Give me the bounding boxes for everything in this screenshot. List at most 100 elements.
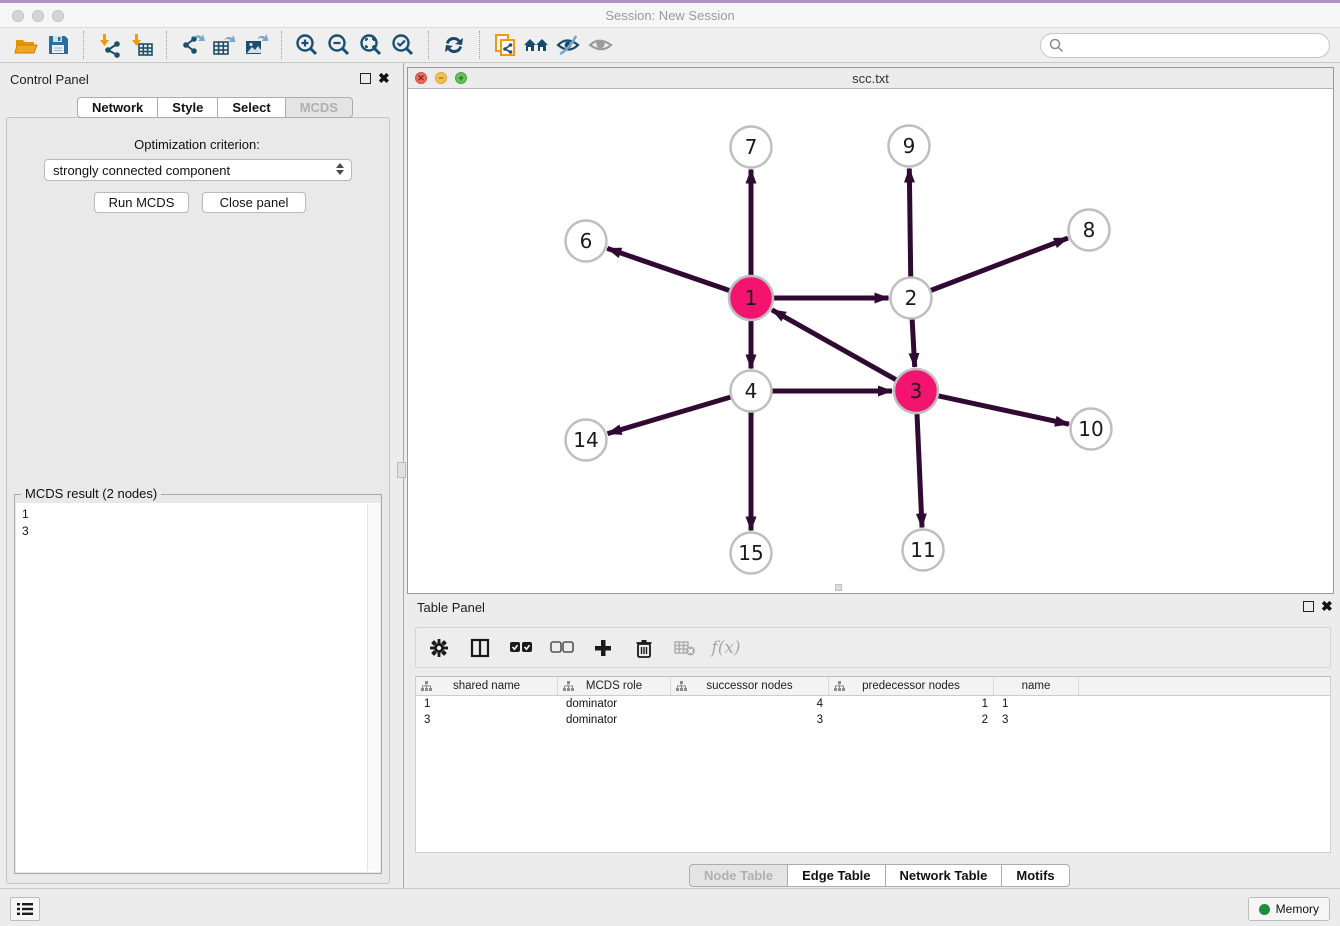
graph-node-label: 10 [1078, 417, 1103, 441]
apply-layout-icon[interactable] [438, 30, 470, 60]
graph-node-label: 14 [573, 428, 598, 452]
graph-node-7[interactable]: 7 [731, 127, 772, 168]
float-panel-icon[interactable] [360, 73, 371, 84]
delete-table-icon[interactable] [672, 635, 698, 661]
graph-edge-2-3[interactable] [912, 315, 915, 367]
optimization-criterion-select[interactable]: strongly connected component [44, 159, 352, 181]
optimization-criterion-value: strongly connected component [53, 163, 230, 178]
node-table[interactable]: shared nameMCDS rolesuccessor nodesprede… [415, 676, 1331, 853]
graph-node-14[interactable]: 14 [566, 420, 607, 461]
table-cell: 1 [416, 698, 558, 710]
graph-node-label: 7 [745, 135, 758, 159]
toolbar-separator [428, 31, 429, 59]
first-neighbors-icon[interactable] [521, 30, 553, 60]
graph-edge-3-10[interactable] [935, 395, 1069, 424]
panel-divider-grip[interactable] [397, 462, 406, 478]
table-settings-icon[interactable] [426, 635, 452, 661]
graph-node-15[interactable]: 15 [731, 533, 772, 574]
tab-edge-table[interactable]: Edge Table [788, 864, 885, 887]
export-table-icon[interactable] [208, 30, 240, 60]
save-session-icon[interactable] [42, 30, 74, 60]
column-header-name[interactable]: name [994, 677, 1079, 695]
toolbar-separator [83, 31, 84, 59]
import-table-icon[interactable] [125, 30, 157, 60]
apply-function-icon[interactable]: f(x) [713, 635, 739, 661]
table-panel-header: Table Panel ✖ [407, 598, 1340, 618]
open-session-icon[interactable] [10, 30, 42, 60]
graph-edge-4-14[interactable] [608, 396, 735, 434]
graph-node-6[interactable]: 6 [566, 221, 607, 262]
tab-node-table[interactable]: Node Table [689, 864, 788, 887]
table-toolbar: f(x) [415, 627, 1331, 668]
tab-mcds[interactable]: MCDS [286, 97, 353, 118]
graph-node-label: 15 [738, 541, 763, 565]
fit-content-icon[interactable] [355, 30, 387, 60]
show-all-icon[interactable] [585, 30, 617, 60]
table-row[interactable]: 3dominator323 [416, 712, 1330, 728]
mcds-result-list[interactable]: 1 3 [16, 503, 380, 872]
tab-network-table[interactable]: Network Table [886, 864, 1003, 887]
zoom-out-icon[interactable] [323, 30, 355, 60]
graph-node-1[interactable]: 1 [729, 276, 773, 320]
graph-node-9[interactable]: 9 [889, 126, 930, 167]
table-row[interactable]: 1dominator411 [416, 696, 1330, 712]
hide-selected-icon[interactable] [553, 30, 585, 60]
table-cell: 3 [994, 714, 1079, 726]
table-cell: 3 [416, 714, 558, 726]
graph-node-label: 2 [905, 286, 918, 310]
memory-button[interactable]: Memory [1248, 897, 1330, 921]
tab-style[interactable]: Style [158, 97, 218, 118]
network-window-titlebar[interactable]: ✕ − + scc.txt [408, 68, 1333, 89]
graph-edge-2-8[interactable] [927, 238, 1068, 292]
float-table-panel-icon[interactable] [1303, 601, 1314, 612]
select-all-icon[interactable] [508, 635, 534, 661]
close-table-panel-icon[interactable]: ✖ [1321, 598, 1333, 615]
tab-select[interactable]: Select [218, 97, 285, 118]
list-icon [16, 902, 34, 916]
table-header-row[interactable]: shared nameMCDS rolesuccessor nodesprede… [416, 677, 1330, 696]
graph-node-label: 9 [903, 134, 916, 158]
delete-row-icon[interactable] [631, 635, 657, 661]
network-resize-grip[interactable] [835, 584, 842, 591]
graph-node-8[interactable]: 8 [1069, 210, 1110, 251]
export-network-icon[interactable] [176, 30, 208, 60]
close-panel-button[interactable]: Close panel [202, 192, 306, 213]
graph-node-10[interactable]: 10 [1071, 409, 1112, 450]
graph-edge-2-9[interactable] [909, 168, 910, 280]
result-scrollbar[interactable] [367, 504, 379, 871]
zoom-selected-icon[interactable] [387, 30, 419, 60]
graph-node-2[interactable]: 2 [891, 278, 932, 319]
network-graph[interactable]: 7 9 6 8 1 2 4 3 14 10 15 11 [408, 89, 1333, 593]
search-input[interactable] [1040, 33, 1330, 58]
column-header-shared-name[interactable]: shared name [416, 677, 558, 695]
column-header-predecessor-nodes[interactable]: predecessor nodes [829, 677, 994, 695]
graph-edge-3-11[interactable] [917, 410, 922, 528]
graph-edge-1-6[interactable] [607, 248, 733, 291]
duplicate-network-icon[interactable] [489, 30, 521, 60]
deselect-all-icon[interactable] [549, 635, 575, 661]
graph-node-label: 11 [910, 538, 935, 562]
graph-node-11[interactable]: 11 [903, 530, 944, 571]
search-field-wrap [1040, 33, 1330, 58]
import-network-icon[interactable] [93, 30, 125, 60]
graph-node-label: 1 [745, 286, 758, 310]
graph-edge-3-1[interactable] [772, 310, 900, 382]
toolbar-separator [281, 31, 282, 59]
close-panel-icon[interactable]: ✖ [378, 70, 390, 87]
add-row-icon[interactable] [590, 635, 616, 661]
graph-node-3[interactable]: 3 [894, 369, 938, 413]
run-mcds-button[interactable]: Run MCDS [94, 192, 189, 213]
tab-motifs[interactable]: Motifs [1002, 864, 1069, 887]
control-panel-title: Control Panel [10, 72, 89, 87]
tab-network[interactable]: Network [77, 97, 158, 118]
zoom-in-icon[interactable] [291, 30, 323, 60]
column-header-successor-nodes[interactable]: successor nodes [671, 677, 829, 695]
task-history-button[interactable] [10, 897, 40, 921]
show-columns-icon[interactable] [467, 635, 493, 661]
toolbar-separator [479, 31, 480, 59]
column-header-MCDS-role[interactable]: MCDS role [558, 677, 671, 695]
network-canvas[interactable]: 7 9 6 8 1 2 4 3 14 10 15 11 [408, 89, 1333, 593]
export-image-icon[interactable] [240, 30, 272, 60]
graph-node-4[interactable]: 4 [731, 371, 772, 412]
control-panel-header: Control Panel ✖ [0, 70, 394, 90]
